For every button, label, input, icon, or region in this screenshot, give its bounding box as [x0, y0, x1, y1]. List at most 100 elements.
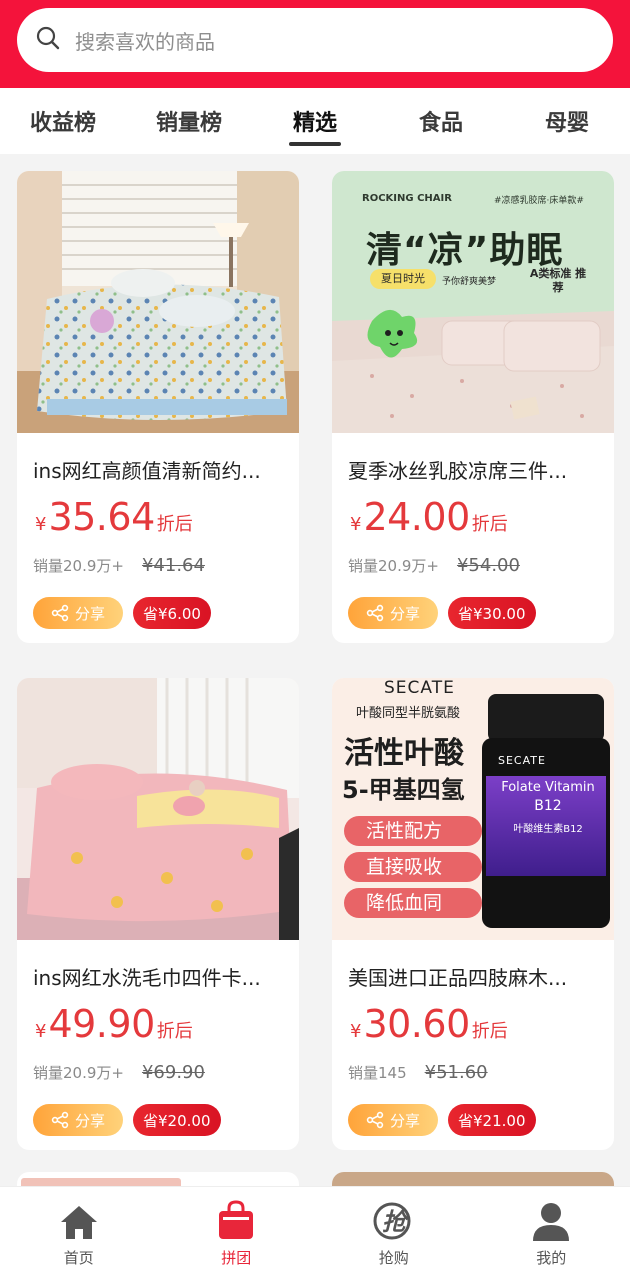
top-bar: 搜索喜欢的商品: [0, 0, 630, 88]
home-icon: [59, 1199, 99, 1241]
image-feature: 活性配方: [344, 816, 482, 846]
nav-label: 拼团: [221, 1249, 252, 1267]
share-button[interactable]: 分享: [33, 597, 123, 629]
share-label: 分享: [389, 1111, 420, 1130]
share-icon: [51, 1111, 69, 1129]
currency-symbol: ¥: [350, 1021, 362, 1042]
product-title: ins网红水洗毛巾四件卡...: [33, 966, 261, 990]
bottle-cap: [488, 694, 604, 742]
tab-featured[interactable]: 精选: [252, 88, 378, 154]
bottle-cn-name: 叶酸维生素B12: [513, 824, 583, 835]
coupon-label: 省¥6.00: [143, 604, 201, 623]
price-amount: 24.00: [363, 495, 470, 539]
share-icon: [366, 1111, 384, 1129]
shopping-bag-icon: [217, 1199, 255, 1241]
coupon-label: 省¥21.00: [458, 1111, 526, 1130]
original-price: ¥69.90: [141, 1062, 205, 1083]
tab-sales-rank[interactable]: 销量榜: [126, 88, 252, 154]
share-label: 分享: [389, 604, 420, 623]
image-feature: 直接吸收: [344, 852, 482, 882]
share-button[interactable]: 分享: [348, 1104, 438, 1136]
tab-label: 收益榜: [29, 111, 96, 136]
currency-symbol: ¥: [35, 1021, 47, 1042]
nav-profile[interactable]: 我的: [473, 1187, 630, 1280]
image-headline: 活性叶酸: [344, 736, 464, 771]
image-subtitle: 叶酸同型半胱氨酸: [356, 706, 461, 721]
product-image[interactable]: [17, 678, 299, 940]
coupon-badge[interactable]: 省¥21.00: [448, 1104, 536, 1136]
tab-food[interactable]: 食品: [378, 88, 504, 154]
sales-count: 销量20.9万+: [33, 1064, 124, 1082]
product-image[interactable]: [17, 171, 299, 433]
price: ¥ 24.00 折后: [350, 495, 508, 539]
price-amount: 35.64: [48, 495, 155, 539]
product-image[interactable]: SECATE 叶酸同型半胱氨酸 活性叶酸 5-甲基四氢 活性配方 直接吸收 降低…: [332, 678, 614, 940]
tab-income-rank[interactable]: 收益榜: [0, 88, 126, 154]
bottle-title: Folate Vitamin: [501, 780, 595, 795]
supplement-bottle: SECATE Folate Vitamin B12 叶酸维生素B12: [482, 694, 610, 940]
price-suffix: 折后: [471, 1021, 508, 1042]
bottom-nav: 首页 拼团 抢 抢购 我的: [0, 1186, 630, 1280]
search-icon[interactable]: [35, 25, 61, 55]
tab-label: 母婴: [544, 111, 589, 136]
image-feature: 降低血同: [344, 888, 482, 918]
bottle-subtitle: B12: [534, 798, 562, 814]
sales-count: 销量20.9万+: [33, 557, 124, 575]
price: ¥ 35.64 折后: [35, 495, 193, 539]
product-title: 夏季冰丝乳胶凉席三件...: [348, 459, 568, 483]
price: ¥ 49.90 折后: [35, 1002, 193, 1046]
coupon-badge[interactable]: 省¥20.00: [133, 1104, 221, 1136]
product-card[interactable]: ins网红水洗毛巾四件卡... ¥ 49.90 折后 销量20.9万+ ¥69.…: [17, 678, 299, 1150]
product-title: ins网红高颜值清新简约...: [33, 459, 261, 483]
tab-label: 食品: [418, 111, 463, 136]
product-card[interactable]: ROCKING CHAIR #凉感乳胶席·床单款# 清“凉”助眠 夏日时光 予你…: [332, 171, 614, 643]
sales-count: 销量145: [348, 1064, 407, 1082]
sales-count: 销量20.9万+: [348, 557, 439, 575]
user-icon: [531, 1199, 571, 1241]
active-tab-indicator: [289, 142, 341, 146]
original-price: ¥51.60: [424, 1062, 488, 1083]
share-button[interactable]: 分享: [33, 1104, 123, 1136]
price-suffix: 折后: [471, 514, 508, 535]
price-amount: 49.90: [48, 1002, 155, 1046]
product-image[interactable]: ROCKING CHAIR #凉感乳胶席·床单款# 清“凉”助眠 夏日时光 予你…: [332, 171, 614, 433]
share-label: 分享: [74, 604, 105, 623]
price-amount: 30.60: [363, 1002, 470, 1046]
price-suffix: 折后: [156, 1021, 193, 1042]
product-card[interactable]: ins网红高颜值清新简约... ¥ 35.64 折后 销量20.9万+ ¥41.…: [17, 171, 299, 643]
coupon-label: 省¥20.00: [143, 1111, 211, 1130]
share-button[interactable]: 分享: [348, 597, 438, 629]
product-title: 美国进口正品四肢麻木...: [348, 966, 568, 990]
price-suffix: 折后: [156, 514, 193, 535]
nav-label: 抢购: [378, 1249, 409, 1267]
nav-label: 我的: [536, 1249, 567, 1267]
product-photo: [332, 309, 614, 433]
flash-sale-icon: 抢: [372, 1199, 416, 1241]
original-price: ¥54.00: [456, 555, 520, 576]
nav-label: 首页: [63, 1249, 94, 1267]
share-label: 分享: [74, 1111, 105, 1130]
tab-baby[interactable]: 母婴: [504, 88, 630, 154]
nav-flash-sale[interactable]: 抢 抢购: [315, 1187, 473, 1280]
sales-info: 销量145 ¥51.60: [348, 1062, 488, 1083]
search-input[interactable]: 搜索喜欢的商品: [17, 8, 613, 72]
bottle-brand: SECATE: [498, 754, 546, 767]
flash-sale-icon-text: 抢: [382, 1208, 410, 1236]
sales-info: 销量20.9万+ ¥69.90: [33, 1062, 205, 1083]
currency-symbol: ¥: [35, 514, 47, 535]
coupon-badge[interactable]: 省¥6.00: [133, 597, 211, 629]
nav-group-buy[interactable]: 拼团: [158, 1187, 316, 1280]
category-tabs: 收益榜 销量榜 精选 食品 母婴: [0, 88, 630, 154]
currency-symbol: ¥: [350, 514, 362, 535]
share-icon: [366, 604, 384, 622]
sales-info: 销量20.9万+ ¥54.00: [348, 555, 520, 576]
original-price: ¥41.64: [141, 555, 205, 576]
sales-info: 销量20.9万+ ¥41.64: [33, 555, 205, 576]
coupon-badge[interactable]: 省¥30.00: [448, 597, 536, 629]
nav-home[interactable]: 首页: [0, 1187, 158, 1280]
product-card[interactable]: SECATE 叶酸同型半胱氨酸 活性叶酸 5-甲基四氢 活性配方 直接吸收 降低…: [332, 678, 614, 1150]
share-icon: [51, 604, 69, 622]
image-headline-2: 5-甲基四氢: [342, 776, 465, 804]
search-placeholder: 搜索喜欢的商品: [75, 29, 215, 54]
tab-label: 精选: [292, 111, 337, 136]
